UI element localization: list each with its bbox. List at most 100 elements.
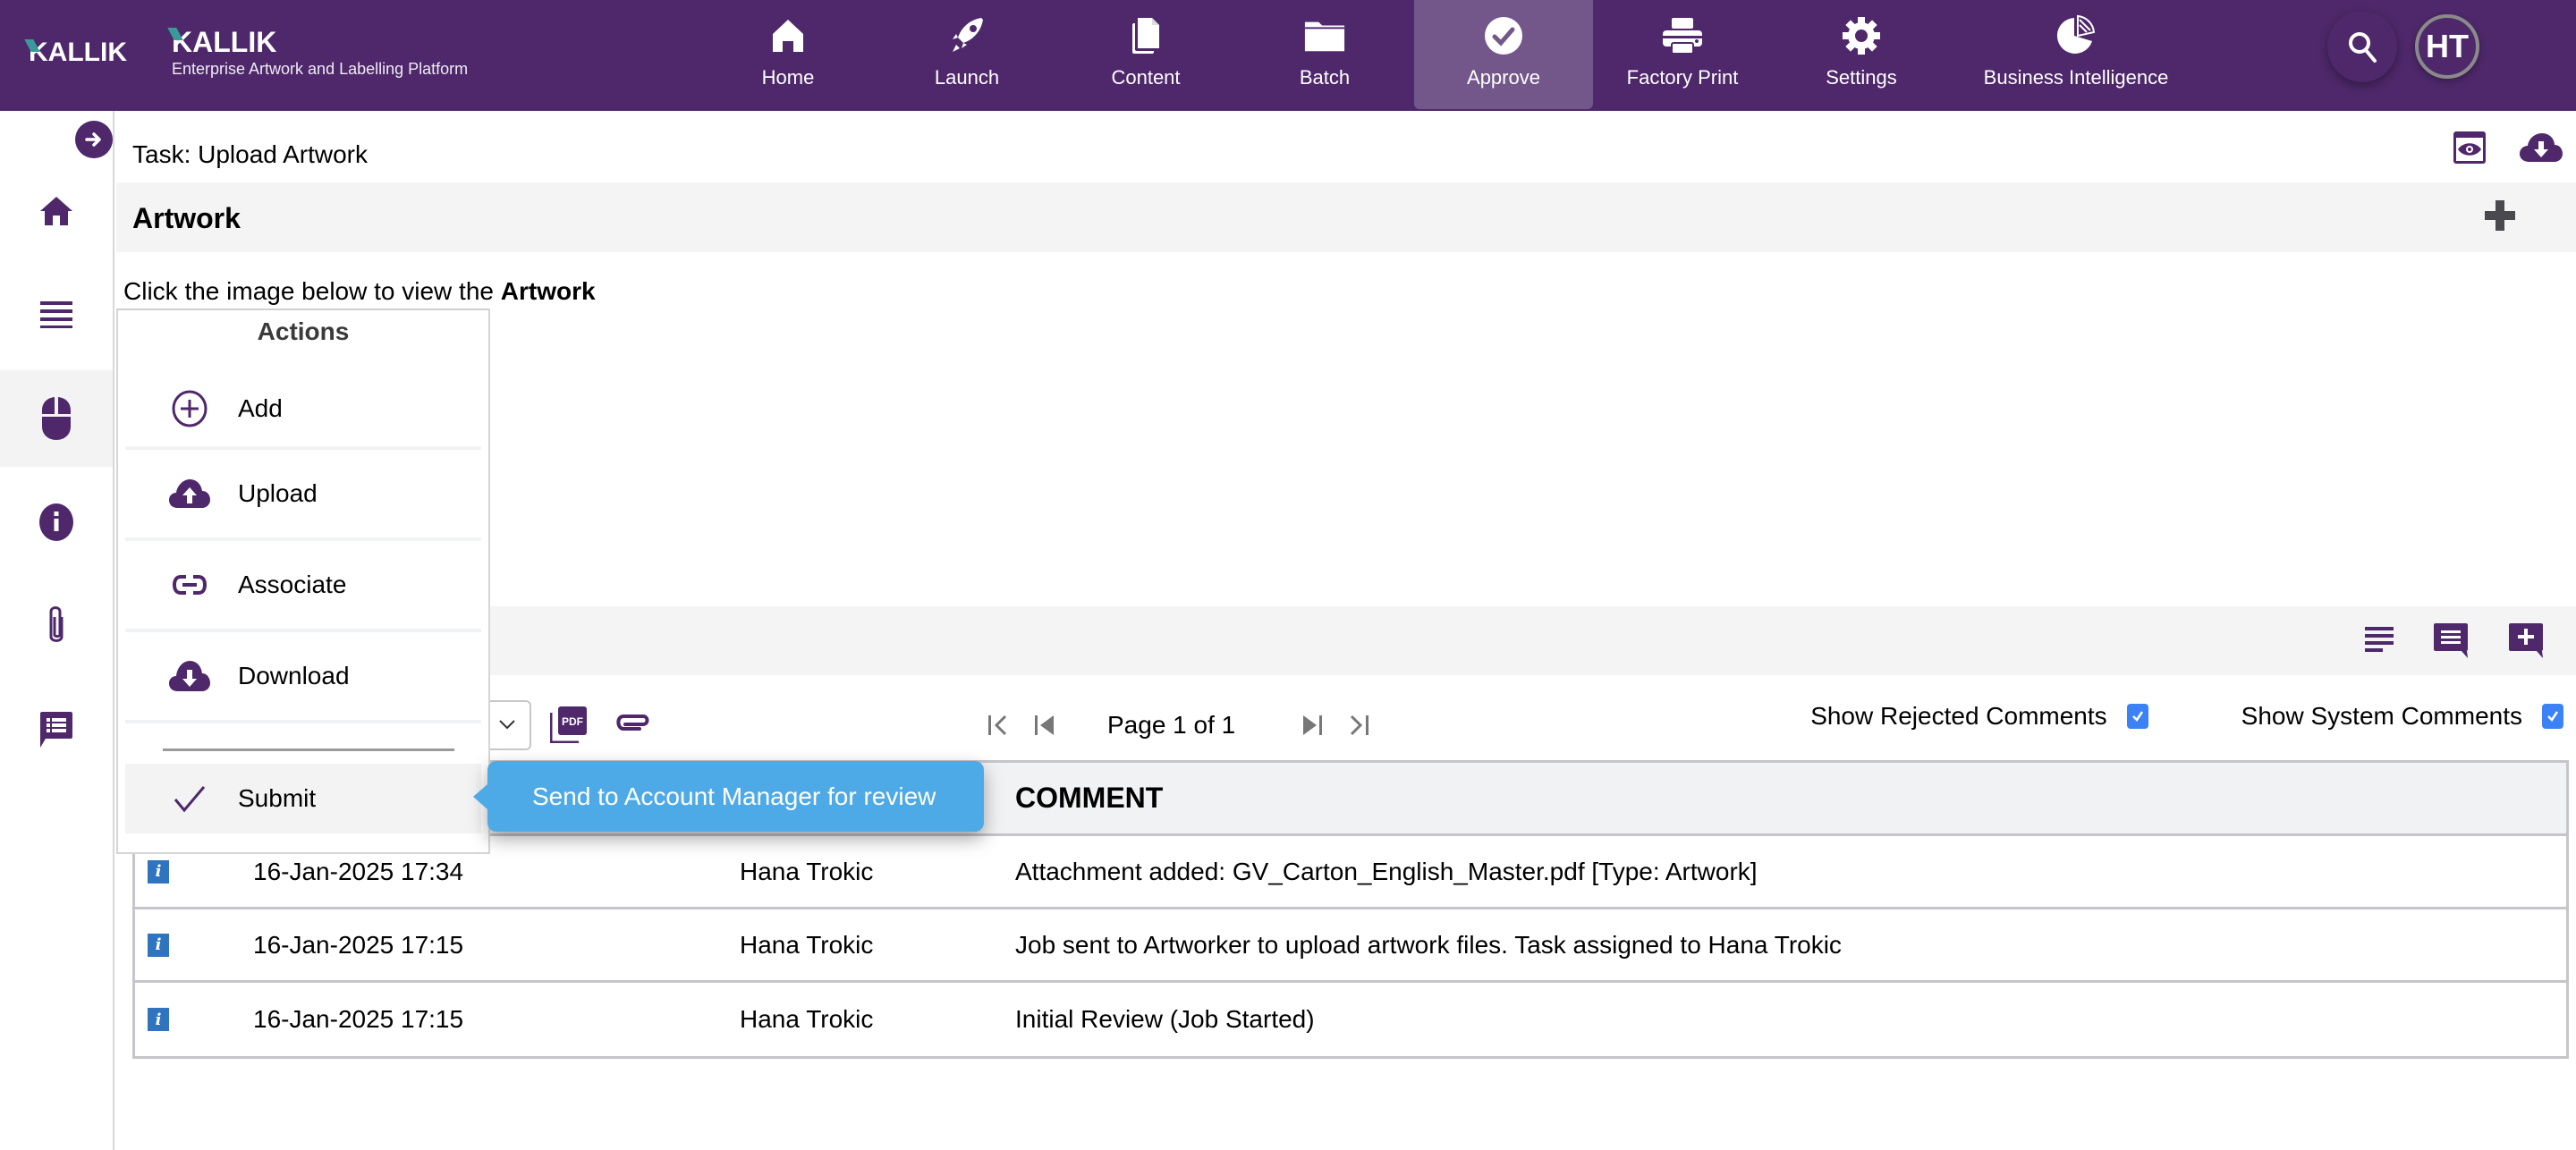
sidebar-item-info[interactable] [0, 474, 113, 571]
last-page-button[interactable] [1335, 713, 1382, 738]
menu-item-add[interactable]: Add [125, 371, 481, 450]
sidebar-item-comments[interactable] [0, 681, 113, 778]
info-icon: i [148, 933, 169, 957]
pie-chart-icon [2055, 14, 2097, 57]
menu-item-upload[interactable]: Upload [125, 450, 481, 541]
row-user: Hana Trokic [740, 930, 874, 959]
show-rejected-checkbox[interactable] [2126, 704, 2148, 729]
view-comments-button[interactable] [2433, 622, 2469, 658]
sidebar-item-actions[interactable] [0, 370, 113, 467]
nav-approve[interactable]: Approve [1414, 0, 1593, 109]
nav-content[interactable]: Content [1056, 0, 1235, 109]
plus-icon [2485, 200, 2515, 231]
previous-page-button[interactable] [1021, 713, 1068, 738]
checkmark-icon [2131, 711, 2143, 722]
sidebar-item-attachments[interactable] [0, 578, 113, 674]
artwork-hint: Click the image below to view the Artwor… [123, 277, 596, 306]
download-button[interactable] [2519, 131, 2563, 165]
task-actions [2453, 131, 2576, 165]
export-pdf-button[interactable]: PDF [549, 706, 588, 748]
arrow-right-icon [85, 132, 101, 147]
row-date: 16-Jan-2025 17:15 [253, 1005, 464, 1033]
add-comment-button[interactable] [2508, 622, 2544, 658]
page-indicator: Page 1 of 1 [1107, 711, 1236, 739]
sidebar-item-home[interactable] [0, 163, 113, 259]
comment-plus-icon [2509, 623, 2543, 658]
row-comment: Job sent to Artworker to upload artwork … [1015, 930, 1842, 959]
comment-list-icon [40, 712, 72, 748]
attach-link-button[interactable] [613, 711, 650, 739]
checkmark-icon [2547, 711, 2559, 722]
nav-settings[interactable]: Settings [1772, 0, 1951, 109]
artwork-section-bar: Artwork [116, 182, 2576, 252]
pdf-icon: PDF [549, 706, 587, 744]
nav-home-label: Home [761, 66, 815, 89]
nav-factory-print-label: Factory Print [1626, 66, 1739, 89]
global-search-button[interactable] [2327, 11, 2397, 82]
task-title: Task: Upload Artwork [132, 140, 368, 168]
preview-button[interactable] [2453, 131, 2487, 165]
logo-small-text: ALLIK [47, 38, 127, 67]
main-nav: Home Launch Content Batch Approve Factor… [699, 0, 2201, 111]
info-icon: i [148, 859, 169, 884]
table-row[interactable]: i 16-Jan-2025 17:15 Hana Trokic Initial … [135, 983, 2566, 1056]
plus-circle-icon [168, 390, 211, 427]
row-user: Hana Trokic [740, 857, 874, 885]
paperclip-icon [49, 606, 64, 642]
show-system-label: Show System Comments [2241, 702, 2522, 730]
column-header-comment: COMMENT [1015, 782, 1164, 814]
nav-home[interactable]: Home [699, 0, 877, 109]
table-row[interactable]: i 16-Jan-2025 17:15 Hana Trokic Job sent… [135, 909, 2566, 983]
comment-icon [2434, 623, 2468, 658]
next-page-button[interactable] [1289, 713, 1335, 738]
actions-menu: Actions Add Upload Associate Download Su… [116, 309, 490, 854]
pager: Page 1 of 1 [975, 706, 1382, 745]
show-system-comments-toggle[interactable]: Show System Comments [2241, 702, 2563, 731]
menu-item-associate[interactable]: Associate [125, 541, 481, 632]
home-icon [40, 197, 72, 225]
kallik-logo-small[interactable]: KALLIK [29, 38, 127, 68]
nav-launch[interactable]: Launch [877, 0, 1056, 109]
rocket-icon [945, 14, 988, 57]
search-icon [2349, 32, 2377, 63]
sort-lines-icon [2365, 627, 2394, 652]
folder-icon [1303, 14, 1346, 57]
gear-icon [1840, 14, 1883, 57]
nav-approve-label: Approve [1467, 66, 1540, 89]
copy-icon [1124, 14, 1167, 57]
platform-tagline: Enterprise Artwork and Labelling Platfor… [172, 60, 469, 78]
sort-comments-button[interactable] [2365, 627, 2394, 654]
add-artwork-button[interactable] [2485, 200, 2515, 235]
hint-text: Click the image below to view the [123, 277, 501, 305]
user-avatar[interactable]: HT [2415, 14, 2479, 79]
menu-item-label: Associate [238, 571, 347, 598]
artwork-section-title: Artwork [132, 202, 241, 234]
show-rejected-comments-toggle[interactable]: Show Rejected Comments [1810, 702, 2148, 731]
nav-business-intelligence[interactable]: Business Intelligence [1951, 0, 2201, 109]
nav-batch[interactable]: Batch [1235, 0, 1414, 109]
row-comment: Initial Review (Job Started) [1015, 1005, 1315, 1033]
sidebar-expand-button[interactable] [75, 121, 113, 158]
paperclip-icon [616, 715, 649, 731]
table-row[interactable]: i 16-Jan-2025 17:34 Hana Trokic Attachme… [135, 836, 2566, 909]
menu-divider [163, 748, 454, 751]
next-page-icon [1303, 715, 1323, 735]
submit-tooltip: Send to Account Manager for review [473, 761, 984, 832]
svg-text:PDF: PDF [562, 715, 583, 728]
menu-item-submit[interactable]: Submit [125, 764, 481, 833]
first-page-button[interactable] [975, 713, 1021, 738]
home-icon [767, 14, 809, 57]
link-icon [168, 574, 211, 596]
nav-content-label: Content [1111, 66, 1181, 89]
printer-icon [1661, 14, 1704, 57]
show-system-checkbox[interactable] [2542, 704, 2563, 729]
menu-item-download[interactable]: Download [125, 632, 481, 723]
sidebar-item-list[interactable] [0, 266, 113, 363]
menu-item-label: Upload [238, 479, 318, 507]
nav-factory-print[interactable]: Factory Print [1593, 0, 1772, 109]
nav-launch-label: Launch [934, 66, 1000, 89]
comments-tools [2365, 622, 2544, 658]
info-icon [39, 503, 73, 541]
logo-big-text: ALLIK [192, 26, 277, 58]
chevron-down-icon [499, 720, 515, 730]
